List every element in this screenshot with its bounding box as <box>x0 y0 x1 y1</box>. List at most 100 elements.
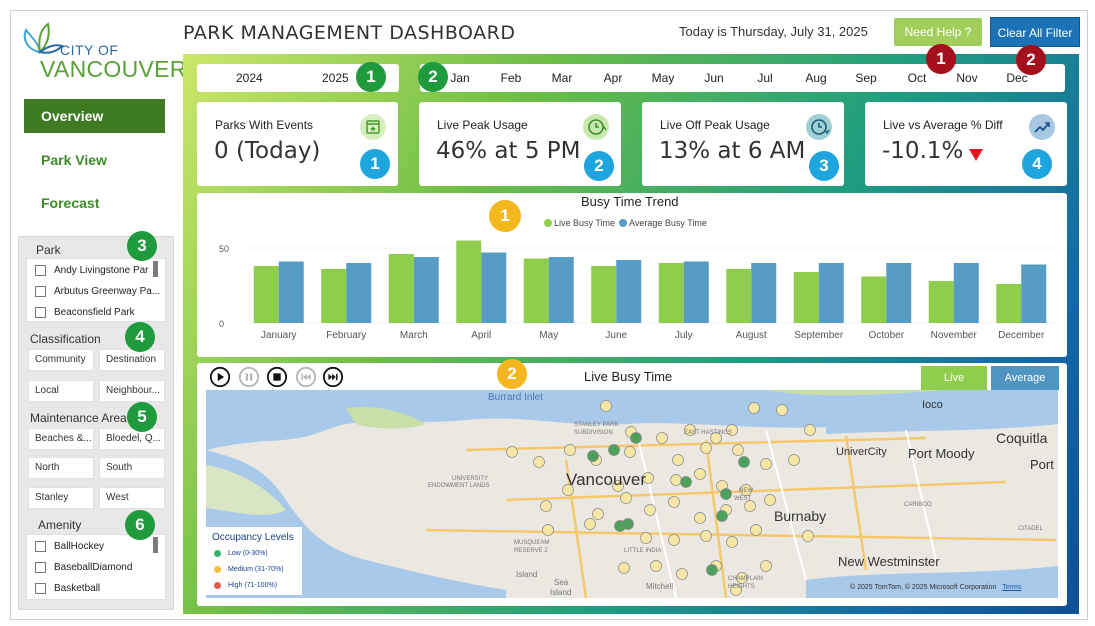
amenity-option[interactable]: BallHockey <box>35 541 104 552</box>
classification-tile[interactable]: Local <box>28 380 94 402</box>
year-option[interactable]: 2024 <box>236 71 263 85</box>
amenity-option[interactable]: Basketball <box>35 583 100 594</box>
park-marker[interactable] <box>618 562 630 574</box>
classification-tile[interactable]: Community <box>28 349 94 371</box>
park-marker[interactable] <box>608 444 620 456</box>
park-marker[interactable] <box>533 456 545 468</box>
bar-live[interactable] <box>456 240 482 324</box>
park-marker[interactable] <box>564 444 576 456</box>
park-marker[interactable] <box>542 524 554 536</box>
bar-live[interactable] <box>523 258 549 324</box>
terms-link[interactable]: Terms <box>1002 584 1021 591</box>
month-option[interactable]: Sep <box>846 71 886 85</box>
bar-average[interactable] <box>548 257 574 323</box>
checkbox[interactable] <box>35 562 46 573</box>
park-marker[interactable] <box>720 488 732 500</box>
park-marker[interactable] <box>676 568 688 580</box>
bar-average[interactable] <box>1021 264 1047 324</box>
park-marker[interactable] <box>760 560 772 572</box>
park-marker[interactable] <box>776 404 788 416</box>
park-marker[interactable] <box>680 476 692 488</box>
checkbox[interactable] <box>35 307 46 318</box>
checkbox[interactable] <box>35 541 46 552</box>
park-marker[interactable] <box>506 446 518 458</box>
park-marker[interactable] <box>668 496 680 508</box>
bar-average[interactable] <box>278 261 304 324</box>
bar-average[interactable] <box>616 260 642 323</box>
park-marker[interactable] <box>624 446 636 458</box>
park-marker[interactable] <box>587 450 599 462</box>
classification-tile[interactable]: Destination <box>99 349 165 371</box>
month-option[interactable]: Mar <box>542 71 582 85</box>
park-marker[interactable] <box>600 400 612 412</box>
amenity-scrollbar[interactable] <box>153 537 158 553</box>
month-option[interactable]: May <box>643 71 683 85</box>
bar-average[interactable] <box>481 252 507 324</box>
checkbox[interactable] <box>35 286 46 297</box>
bar-average[interactable] <box>346 263 372 323</box>
park-marker[interactable] <box>804 424 816 436</box>
bar-live[interactable] <box>253 266 279 323</box>
maintenance-tile[interactable]: Beaches &... <box>28 428 94 450</box>
park-marker[interactable] <box>694 468 706 480</box>
park-marker[interactable] <box>700 530 712 542</box>
clear-all-filter-button[interactable]: Clear All Filter <box>990 17 1080 47</box>
stop-icon[interactable] <box>266 366 288 388</box>
park-marker[interactable] <box>592 508 604 520</box>
play-icon[interactable] <box>209 366 231 388</box>
park-marker[interactable] <box>670 474 682 486</box>
bar-average[interactable] <box>953 263 979 323</box>
year-option[interactable]: 2025 <box>322 71 349 85</box>
live-toggle-button[interactable]: Live <box>921 366 987 390</box>
map-view[interactable]: Burrard Inlet Ioco Coquitla UniverCity P… <box>206 390 1058 598</box>
bar-live[interactable] <box>388 254 414 323</box>
park-marker[interactable] <box>694 512 706 524</box>
month-option[interactable]: Aug <box>796 71 836 85</box>
park-marker[interactable] <box>700 442 712 454</box>
month-option[interactable]: Apr <box>593 71 633 85</box>
park-marker[interactable] <box>630 432 642 444</box>
park-marker[interactable] <box>748 402 760 414</box>
park-marker[interactable] <box>640 532 652 544</box>
park-marker[interactable] <box>644 504 656 516</box>
park-marker[interactable] <box>656 432 668 444</box>
maintenance-tile[interactable]: South <box>99 457 165 479</box>
month-option[interactable]: Jul <box>745 71 785 85</box>
park-marker[interactable] <box>744 500 756 512</box>
park-marker[interactable] <box>760 458 772 470</box>
maintenance-tile[interactable]: Bloedel, Q... <box>99 428 165 450</box>
nav-overview[interactable]: Overview <box>24 99 165 133</box>
rewind-icon[interactable] <box>295 366 317 388</box>
park-marker[interactable] <box>764 494 776 506</box>
bar-live[interactable] <box>793 272 819 323</box>
maintenance-tile[interactable]: North <box>28 457 94 479</box>
bar-live[interactable] <box>996 284 1022 323</box>
bar-average[interactable] <box>683 261 709 324</box>
park-marker[interactable] <box>750 524 762 536</box>
nav-forecast[interactable]: Forecast <box>24 186 165 220</box>
checkbox[interactable] <box>35 583 46 594</box>
park-marker[interactable] <box>726 536 738 548</box>
month-option[interactable]: Nov <box>947 71 987 85</box>
fast-forward-icon[interactable] <box>322 366 344 388</box>
bar-live[interactable] <box>591 266 617 323</box>
maintenance-tile[interactable]: Stanley <box>28 487 94 509</box>
park-marker[interactable] <box>732 444 744 456</box>
park-marker[interactable] <box>802 530 814 542</box>
bar-live[interactable] <box>658 263 684 323</box>
park-marker[interactable] <box>622 518 634 530</box>
park-marker[interactable] <box>540 500 552 512</box>
park-option[interactable]: Beaconsfield Park <box>35 307 135 318</box>
bar-live[interactable] <box>321 269 347 323</box>
month-option[interactable]: Feb <box>491 71 531 85</box>
park-marker[interactable] <box>672 454 684 466</box>
nav-park-view[interactable]: Park View <box>24 143 165 177</box>
bar-live[interactable] <box>928 281 954 323</box>
park-marker[interactable] <box>650 560 662 572</box>
park-scrollbar[interactable] <box>153 261 158 277</box>
park-marker[interactable] <box>620 492 632 504</box>
park-option[interactable]: Arbutus Greenway Pa... <box>35 286 160 297</box>
park-marker[interactable] <box>738 456 750 468</box>
checkbox[interactable] <box>35 265 46 276</box>
park-marker[interactable] <box>706 564 718 576</box>
